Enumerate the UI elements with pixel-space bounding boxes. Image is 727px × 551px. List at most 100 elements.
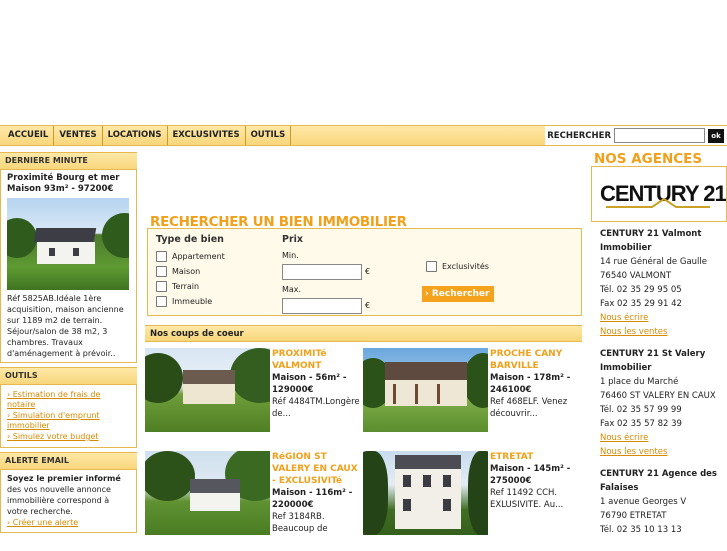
listing-description: Réf 4484TM.Longère de... [272,397,360,419]
search-button[interactable]: › Rechercher [422,286,494,302]
nav-ventes[interactable]: VENTES [54,126,103,145]
listing-title[interactable]: PROCHE CANY BARVILLE [490,348,582,372]
type-label: Appartement [172,252,225,261]
checkbox-icon[interactable] [156,281,167,292]
listing-card[interactable]: RéGION ST VALERY EN CAUX - EXCLUSIVITé M… [145,451,365,551]
alert-text-bold: Soyez le premier informé [7,474,121,483]
agency-city: 76540 VALMONT [600,271,672,281]
listing-text: PROCHE CANY BARVILLE Maison - 178m² - 24… [490,348,582,420]
agency-city: 76460 ST VALERY EN CAUX [600,391,716,401]
price-min-input[interactable] [282,264,362,280]
agency-name: CENTURY 21 Valmont Immobilier [600,229,702,253]
checkbox-icon[interactable] [156,251,167,262]
checkbox-icon[interactable] [156,296,167,307]
type-terrain[interactable]: Terrain [156,281,199,292]
agency-name: CENTURY 21 Agence des Falaises [600,469,717,493]
price-header: Prix [282,234,304,245]
tool-link-label: Simulation d'emprunt immobilier [7,411,100,430]
type-label: Maison [172,267,201,276]
agency-city: 76790 ETRETAT [600,511,667,521]
nav-accueil[interactable]: ACCUEIL [0,126,55,145]
header-search-input[interactable] [614,128,705,143]
currency-symbol: € [365,301,371,310]
nav-exclusivites[interactable]: EXCLUSIVITES [168,126,246,145]
price-max-label: Max. [282,285,302,294]
century21-logo-icon: CENTURY 21 [600,181,727,208]
agency-fax: Fax 02 35 57 82 39 [600,419,682,429]
listing-card[interactable]: ETRETAT Maison - 145m² - 275000€ Ref 114… [363,451,583,551]
agency-phone: Tél. 02 35 57 99 99 [600,405,682,415]
favorites-header: Nos coups de coeur [145,325,582,342]
logo-text: CENTURY 21 [600,181,726,206]
last-minute-box: Proximité Bourg et mer Maison 93m² - 972… [0,170,137,363]
agency-sales-link[interactable]: Nous les ventes [600,325,727,339]
listing-summary: Maison - 145m² - 275000€ [490,464,571,486]
agency-phone: Tél. 02 35 29 95 05 [600,285,682,295]
nav-locations[interactable]: LOCATIONS [103,126,168,145]
listing-photo[interactable] [363,348,488,432]
agency-address: 14 rue Général de Gaulle [600,257,707,267]
listing-photo[interactable] [363,451,488,535]
type-immeuble[interactable]: Immeuble [156,296,212,307]
listing-text: RéGION ST VALERY EN CAUX - EXCLUSIVITé M… [272,451,364,535]
listing-title[interactable]: PROXIMITé VALMONT [272,348,364,372]
listing-summary: Maison - 56m² - 129000€ [272,373,347,395]
price-max-input[interactable] [282,298,362,314]
listing-summary: Maison - 116m² - 220000€ [272,488,353,510]
listing-photo[interactable] [145,348,270,432]
create-alert-link[interactable]: › Créer une alerte [7,518,78,527]
checkbox-icon[interactable] [426,261,437,272]
type-appartement[interactable]: Appartement [156,251,225,262]
main-nav: ACCUEIL VENTES LOCATIONS EXCLUSIVITES OU… [0,125,727,146]
type-label: Terrain [172,282,200,291]
listing-card[interactable]: PROXIMITé VALMONT Maison - 56m² - 129000… [145,348,365,448]
tool-link-budget[interactable]: › Simulez votre budget [7,432,130,442]
chevron-right-icon: › [425,289,432,299]
listing-description: Ref 3184RB. Beaucoup de [272,512,328,534]
nav-outils[interactable]: OUTILS [246,126,292,145]
type-header: Type de bien [156,234,224,245]
agency-write-link[interactable]: Nous écrire [600,311,727,325]
header-search-label: RECHERCHER [547,130,611,141]
agency-st-valery: CENTURY 21 St Valery Immobilier 1 place … [591,347,727,459]
create-alert-label: Créer une alerte [12,518,79,527]
agency-valmont: CENTURY 21 Valmont Immobilier 14 rue Gén… [591,227,727,339]
listing-summary: Maison - 178m² - 246100€ [490,373,571,395]
left-column: DERNIERE MINUTE Proximité Bourg et mer M… [0,152,137,533]
tool-link-notary[interactable]: › Estimation de frais de notaire [7,390,130,410]
type-label: Immeuble [172,297,213,306]
header-search-ok-button[interactable]: ok [708,128,724,143]
tool-link-loan[interactable]: › Simulation d'emprunt immobilier [7,411,130,431]
tool-link-label: Simulez votre budget [12,432,99,441]
listing-text: PROXIMITé VALMONT Maison - 56m² - 129000… [272,348,364,420]
last-minute-header: DERNIERE MINUTE [0,152,137,170]
currency-symbol: € [365,267,371,276]
search-form: Type de bien Appartement Maison Terrain … [147,228,582,316]
listing-description: Ref 468ELF. Venez découvrir... [490,397,568,419]
exclusive-label: Exclusivités [442,262,489,271]
last-minute-description: Réf 5825AB.Idéale 1ère acquisition, mais… [7,294,124,358]
alert-header: ALERTE EMAIL [0,452,137,470]
listing-text: ETRETAT Maison - 145m² - 275000€ Ref 114… [490,451,582,511]
tool-link-label: Estimation de frais de notaire [7,390,101,409]
type-maison[interactable]: Maison [156,266,200,277]
tools-header: OUTILS [0,367,137,385]
listing-title[interactable]: ETRETAT [490,451,582,463]
price-min-label: Min. [282,251,299,260]
listing-title[interactable]: RéGION ST VALERY EN CAUX - EXCLUSIVITé [272,451,364,487]
last-minute-title[interactable]: Proximité Bourg et mer Maison 93m² - 972… [7,173,130,195]
header-search: RECHERCHER ok [545,126,727,145]
alert-text-body: des vos nouvelle annonce immobilière cor… [7,485,111,516]
agency-etretat: CENTURY 21 Agence des Falaises 1 avenue … [591,467,727,537]
search-button-label: Rechercher [431,289,490,299]
alert-text: Soyez le premier informé des vos nouvell… [7,473,130,517]
listing-photo[interactable] [145,451,270,535]
agency-write-link[interactable]: Nous écrire [600,431,727,445]
agencies-title: NOS AGENCES [594,151,703,167]
listing-card[interactable]: PROCHE CANY BARVILLE Maison - 178m² - 24… [363,348,583,448]
last-minute-photo[interactable] [7,198,129,290]
agency-sales-link[interactable]: Nous les ventes [600,445,727,459]
checkbox-icon[interactable] [156,266,167,277]
exclusive-checkbox[interactable]: Exclusivités [426,261,489,272]
alert-box: Soyez le premier informé des vos nouvell… [0,470,137,533]
